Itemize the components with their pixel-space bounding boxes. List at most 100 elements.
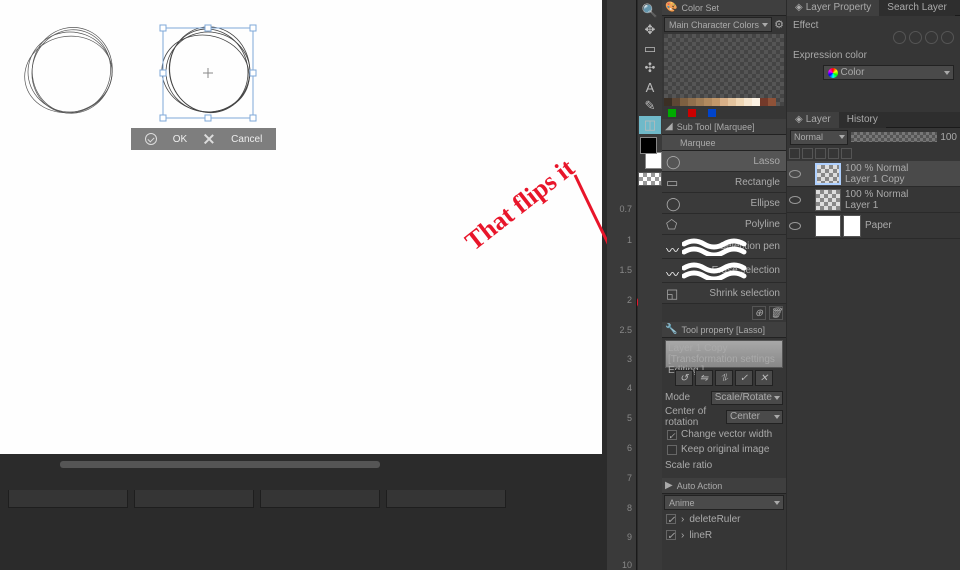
subtool-item-polyline[interactable]: ⬠Polyline <box>662 214 786 235</box>
doc-tab[interactable] <box>260 490 380 508</box>
expand-icon[interactable]: › <box>681 514 684 525</box>
color-set-menu-icon[interactable]: ⚙ <box>774 18 784 31</box>
color-swatch[interactable] <box>752 98 760 106</box>
checkbox-icon[interactable]: ✓ <box>666 514 676 524</box>
color-swatch[interactable] <box>680 98 688 106</box>
center-dropdown[interactable]: Center <box>726 410 783 424</box>
subtool-item-ellipse[interactable]: ◯Ellipse <box>662 193 786 214</box>
color-swatch[interactable] <box>760 98 768 106</box>
fg-bg-color[interactable] <box>640 137 662 169</box>
transform-action-buttons: ↺ ⇋ ⥮ ✓ ✕ <box>665 370 783 386</box>
expression-color-dropdown[interactable]: Color <box>823 65 954 80</box>
expand-icon[interactable]: › <box>681 530 684 541</box>
ruler-icon[interactable] <box>841 148 852 159</box>
tool-pen[interactable]: ✎ <box>639 97 661 115</box>
color-swatch[interactable] <box>728 98 736 106</box>
tool-move-layer[interactable]: ✣ <box>639 59 661 77</box>
vertical-ruler: 0.711.522.5345678910 <box>607 0 637 570</box>
autoaction-item[interactable]: ✓›deleteRuler <box>662 511 786 527</box>
sketch-circle-1 <box>18 19 123 125</box>
mask-icon[interactable] <box>828 148 839 159</box>
tab-layer[interactable]: ◈Layer <box>787 112 839 128</box>
autoaction-set-dropdown[interactable]: Anime <box>664 495 784 510</box>
layer-row[interactable]: 100 % NormalLayer 1 Copy <box>787 161 960 187</box>
subtool-item-selection-pen[interactable]: 〰Selection pen <box>662 235 786 259</box>
tab-layer-property[interactable]: ◈Layer Property <box>787 0 879 16</box>
sketch-circle-2-selected[interactable] <box>153 18 259 124</box>
visibility-eye-icon[interactable] <box>789 169 799 179</box>
subtool-item-lasso[interactable]: ◯Lasso <box>662 151 786 172</box>
tool-marquee[interactable]: ◫ <box>639 116 661 134</box>
tool-text-a[interactable]: A <box>639 78 661 96</box>
subtool-group-marquee[interactable]: Marquee <box>662 135 786 151</box>
color-swatch[interactable] <box>720 98 728 106</box>
subtool-item-shrink-selection[interactable]: ◱Shrink selection <box>662 283 786 304</box>
visibility-eye-icon[interactable] <box>789 221 799 231</box>
lock-alpha-icon[interactable] <box>815 148 826 159</box>
flip-vertical-icon[interactable]: ⥮ <box>715 370 733 386</box>
blend-mode-dropdown[interactable]: Normal <box>790 130 848 145</box>
keep-original-check[interactable]: Keep original image <box>665 442 783 457</box>
layer-thumbnail[interactable] <box>815 215 841 237</box>
effect-tone-icon[interactable] <box>909 31 922 44</box>
layer-row[interactable]: Paper <box>787 213 960 239</box>
subtool-item-rectangle[interactable]: ▭Rectangle <box>662 172 786 193</box>
effect-color-icon[interactable] <box>925 31 938 44</box>
checkbox-icon[interactable]: ✓ <box>666 530 676 540</box>
layers-icon: ◈ <box>795 2 803 13</box>
mode-dropdown[interactable]: Scale/Rotate <box>711 391 783 405</box>
change-vector-width-check[interactable]: Change vector width <box>665 427 783 442</box>
color-swatch[interactable] <box>664 98 672 106</box>
clip-icon[interactable] <box>789 148 800 159</box>
tool-magnifier[interactable]: 🔍 <box>639 2 661 20</box>
color-preset-dropdown[interactable]: Main Character Colors <box>664 17 772 32</box>
doc-tab[interactable] <box>8 490 128 508</box>
cancel-button[interactable]: Cancel <box>231 134 262 145</box>
rotate-ccw-icon[interactable]: ↺ <box>675 370 693 386</box>
color-swatch[interactable] <box>672 98 680 106</box>
color-swatch[interactable] <box>688 98 696 106</box>
ok-button[interactable]: OK <box>173 134 187 145</box>
color-swatch[interactable] <box>736 98 744 106</box>
ruler-tick: 7 <box>627 473 632 483</box>
lock-icon[interactable] <box>802 148 813 159</box>
tab-history[interactable]: History <box>839 112 886 128</box>
tool-palette: 🔍 ✥ ▭ ✣ A ✎ ◫ <box>638 0 662 570</box>
visibility-eye-icon[interactable] <box>789 195 799 205</box>
doc-tab[interactable] <box>134 490 254 508</box>
color-swatch-grid[interactable] <box>664 34 784 106</box>
flip-horizontal-icon[interactable]: ⇋ <box>695 370 713 386</box>
layer-thumbnail[interactable] <box>815 163 841 185</box>
layer-row[interactable]: 100 % NormalLayer 1 <box>787 187 960 213</box>
color-swatch[interactable] <box>768 98 776 106</box>
color-swatch[interactable] <box>696 98 704 106</box>
subtool-shape-icon: 〰 <box>666 240 680 254</box>
transparent-swatch[interactable] <box>638 172 662 186</box>
expression-color-label: Expression color <box>793 50 954 61</box>
doc-tab[interactable] <box>386 490 506 508</box>
subtool-add-icon[interactable]: ⊕ <box>752 306 766 320</box>
confirm-icon[interactable]: ✓ <box>735 370 753 386</box>
cancel-x-icon[interactable] <box>203 133 215 145</box>
ruler-tick: 10 <box>622 560 632 570</box>
subtool-delete-icon[interactable]: 🗑 <box>769 306 783 320</box>
layer-thumbnail[interactable] <box>815 189 841 211</box>
effect-extract-icon[interactable] <box>941 31 954 44</box>
transform-bounding-box[interactable] <box>160 25 256 121</box>
subtool-shape-icon: ◯ <box>666 196 680 210</box>
color-swatch[interactable] <box>712 98 720 106</box>
tool-operation[interactable]: ▭ <box>639 40 661 58</box>
layer-mask-thumb[interactable] <box>843 215 861 237</box>
color-swatch[interactable] <box>744 98 752 106</box>
color-swatch[interactable] <box>704 98 712 106</box>
cancel-icon[interactable]: ✕ <box>755 370 773 386</box>
autoaction-item[interactable]: ✓›lineR <box>662 527 786 543</box>
canvas-h-scroll[interactable] <box>0 459 602 471</box>
effect-border-icon[interactable] <box>893 31 906 44</box>
opacity-slider[interactable] <box>851 132 937 142</box>
tab-search-layer[interactable]: Search Layer <box>879 0 954 16</box>
subtool-item-erase-selection[interactable]: 〰Erase selection <box>662 259 786 283</box>
ok-check-icon[interactable] <box>145 133 157 145</box>
scroll-thumb[interactable] <box>60 461 380 468</box>
tool-move[interactable]: ✥ <box>639 21 661 39</box>
